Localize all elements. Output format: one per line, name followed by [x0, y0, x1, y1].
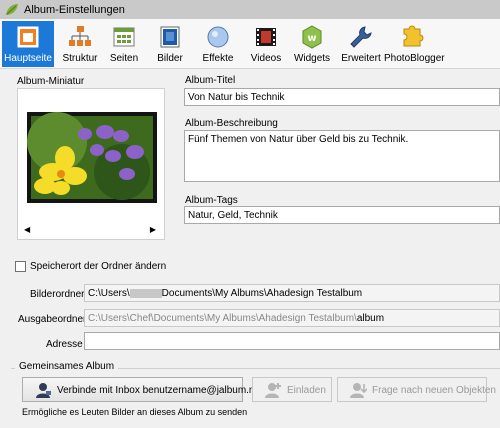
invite-label: Einladen: [287, 385, 326, 396]
settings-toolbar: Hauptseite Struktur Seiten Bilder Effekt…: [0, 19, 500, 69]
shared-album-legend: Gemeinsames Album: [15, 361, 119, 372]
output-folder-label: Ausgabeordner: [18, 314, 87, 325]
change-location-label: Speicherort der Ordner ändern: [30, 261, 167, 272]
address-input[interactable]: [84, 332, 500, 350]
tab-hauptseite[interactable]: Hauptseite: [2, 21, 54, 67]
connect-inbox-label: Verbinde mit Inbox benutzername@jalbum.n…: [57, 385, 263, 396]
album-tags-input[interactable]: Natur, Geld, Technik: [184, 206, 500, 224]
home-icon: [17, 26, 39, 48]
tab-label: Struktur: [62, 53, 98, 64]
image-folder-prefix: C:\Users\: [88, 288, 130, 299]
tab-videos[interactable]: Videos: [248, 21, 284, 67]
album-title-label: Album-Titel: [185, 75, 236, 86]
tab-label: Bilder: [157, 53, 183, 64]
image-folder-suffix: Documents\My Albums\Ahadesign Testalbum: [161, 288, 363, 299]
thumbnail-next-button[interactable]: ▶: [150, 225, 156, 234]
pages-icon: [113, 27, 135, 47]
title-bar: Album-Einstellungen: [0, 0, 500, 19]
image-icon: [160, 26, 180, 48]
album-tags-label: Album-Tags: [185, 195, 238, 206]
address-label: Adresse: [46, 339, 83, 350]
tab-label: Widgets: [293, 53, 331, 64]
tab-photoblogger[interactable]: PhotoBlogger: [384, 21, 445, 67]
request-items-button[interactable]: Frage nach neuen Objekten: [337, 377, 496, 402]
tab-struktur[interactable]: Struktur: [54, 21, 106, 67]
thumbnail-prev-button[interactable]: ◀: [24, 225, 30, 234]
request-user-icon: [350, 383, 367, 398]
tab-label: Hauptseite: [4, 53, 52, 64]
invite-user-icon: [265, 383, 281, 398]
output-folder-input[interactable]: C:\Users\Chef\Documents\My Albums\Ahades…: [84, 309, 500, 327]
tab-seiten[interactable]: Seiten: [106, 21, 142, 67]
video-icon: [256, 28, 276, 46]
effects-icon: [207, 26, 229, 48]
thumbnail-label: Album-Miniatur: [17, 76, 85, 87]
image-folder-label: Bilderordner: [30, 289, 85, 300]
tab-label: PhotoBlogger: [384, 53, 445, 64]
puzzle-icon: [403, 25, 424, 47]
wrench-icon: [350, 26, 372, 48]
output-folder-suffix: album: [356, 313, 385, 324]
album-thumbnail-image[interactable]: [27, 112, 157, 203]
tab-bilder[interactable]: Bilder: [152, 21, 188, 67]
window-title: Album-Einstellungen: [24, 4, 125, 16]
connect-inbox-button[interactable]: Verbinde mit Inbox benutzername@jalbum.n…: [22, 377, 263, 402]
request-items-label: Frage nach neuen Objekten: [372, 385, 496, 396]
album-description-label: Album-Beschreibung: [185, 118, 278, 129]
widgets-icon: w: [302, 25, 322, 49]
output-folder-prefix: C:\Users\Chef\Documents\My Albums\Ahades…: [88, 313, 357, 324]
shared-album-note: Ermögliche es Leuten Bilder an dieses Al…: [22, 407, 248, 417]
user-icon: [36, 383, 51, 398]
tab-label: Videos: [250, 53, 282, 64]
tab-effekte[interactable]: Effekte: [198, 21, 238, 67]
album-description-input[interactable]: Fünf Themen von Natur über Geld bis zu T…: [184, 130, 500, 182]
tab-widgets[interactable]: w Widgets: [292, 21, 332, 67]
svg-text:w: w: [307, 33, 316, 44]
redacted-username: [129, 288, 162, 298]
invite-button[interactable]: Einladen: [252, 377, 332, 402]
album-title-input[interactable]: Von Natur bis Technik: [184, 88, 500, 106]
change-location-checkbox[interactable]: [15, 261, 26, 272]
thumbnail-panel: ◀ ▶: [17, 88, 165, 240]
tab-label: Effekte: [202, 53, 234, 64]
tree-structure-icon: [69, 26, 91, 46]
tab-label: Erweitert: [341, 53, 381, 64]
app-leaf-icon: [6, 4, 18, 15]
image-folder-input[interactable]: C:\Users\ Documents\My Albums\Ahadesign T…: [84, 284, 500, 302]
tab-label: Seiten: [109, 53, 139, 64]
tab-erweitert[interactable]: Erweitert: [340, 21, 382, 67]
